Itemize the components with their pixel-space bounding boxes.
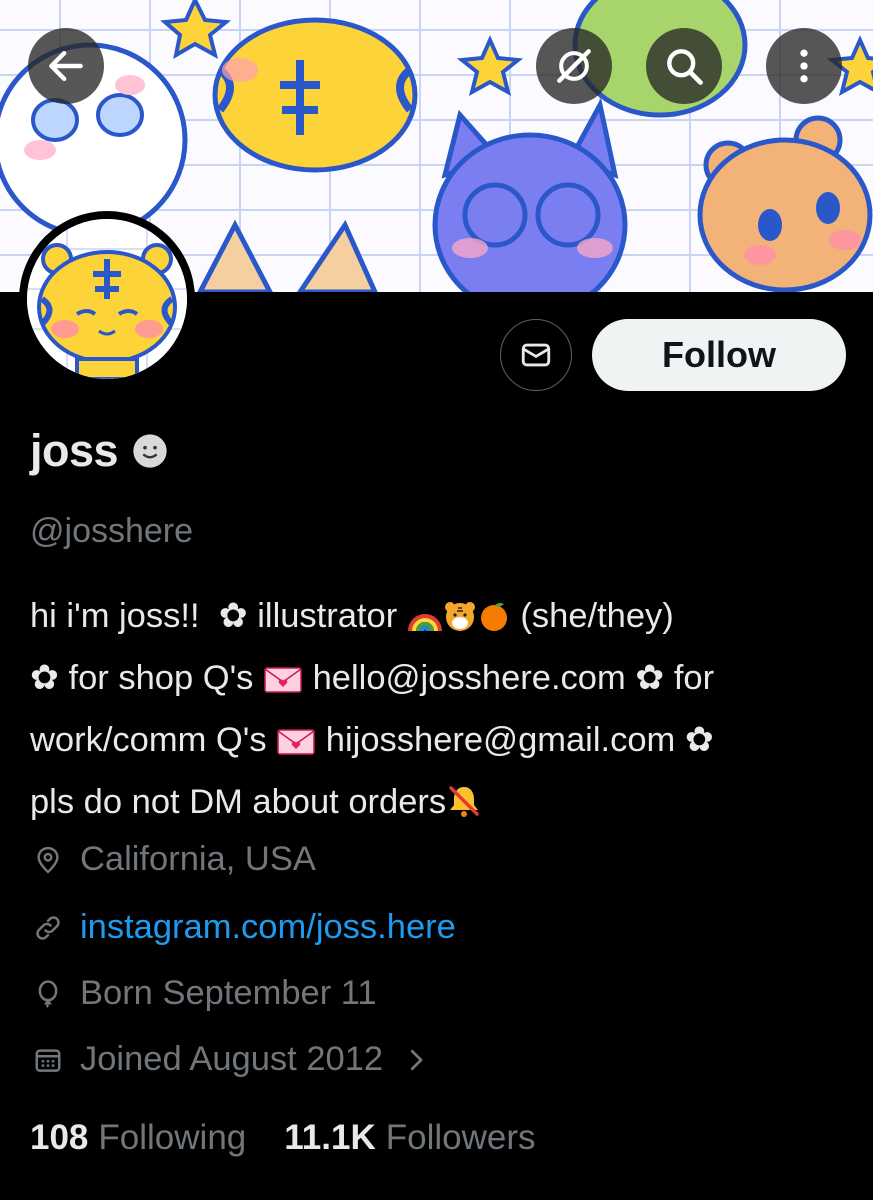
no-bell-emoji [446,780,482,836]
bio-text: pls do not DM about orders [30,783,447,821]
balloon-icon [30,976,66,1012]
tangerine-emoji [477,594,511,650]
following-count[interactable]: 108 [30,1118,88,1158]
grok-icon [557,49,591,83]
tiger-avatar-illustration [27,219,187,379]
birthday-text: Born September 11 [80,974,377,1012]
website-row[interactable]: instagram.com/joss.here [30,908,456,947]
envelope-icon [521,343,551,367]
display-name-row: joss [30,425,170,477]
bio-text: work/comm Q's [30,721,267,759]
message-button[interactable] [500,319,572,391]
followers-label[interactable]: Followers [386,1118,536,1158]
search-button[interactable] [646,28,722,104]
location-pin-icon [30,842,66,878]
follow-counts: 108 Following 11.1K Followers [30,1118,574,1158]
bio-text: for shop Q's [68,659,254,697]
bio: hi i'm joss!! ✿ illustrator (she/they) ✿… [30,588,850,836]
flower-icon: ✿ [218,597,248,635]
bio-text: for [673,659,715,697]
followers-count[interactable]: 11.1K [284,1118,375,1158]
grok-button[interactable] [536,28,612,104]
calendar-icon [30,1042,66,1078]
joined-row[interactable]: Joined August 2012 [30,1040,431,1079]
flower-icon: ✿ [635,659,665,697]
avatar[interactable] [19,211,195,387]
avatar-image [27,219,187,379]
location-text: California, USA [80,840,316,878]
love-letter-emoji [263,656,303,712]
tiger-emoji [443,594,477,650]
birthday-row: Born September 11 [30,974,377,1013]
location-row: California, USA [30,840,316,879]
link-icon [30,910,66,946]
website-link[interactable]: instagram.com/joss.here [80,908,456,947]
smiley-icon [133,434,167,468]
love-letter-emoji [276,718,316,774]
joined-text: Joined August 2012 [80,1040,384,1078]
bio-email-link[interactable]: hijosshere@gmail.com [326,721,675,759]
more-vertical-icon [800,49,808,83]
bio-email-link[interactable]: hello@josshere.com [313,659,626,697]
display-name: joss [30,425,119,476]
bio-text: illustrator [257,597,398,635]
user-handle: @josshere [30,512,194,550]
bio-text: (she/they) [520,597,674,635]
flower-icon: ✿ [684,721,714,759]
chevron-right-icon[interactable] [401,1045,431,1075]
search-icon [667,49,703,85]
bio-text: hi i'm joss!! [30,597,200,635]
rainbow-emoji [407,594,443,650]
more-options-button[interactable] [766,28,842,104]
flower-icon: ✿ [30,659,59,697]
follow-button[interactable]: Follow [592,319,846,391]
following-label[interactable]: Following [98,1118,246,1158]
back-button[interactable] [28,28,104,104]
arrow-left-icon [49,50,83,82]
